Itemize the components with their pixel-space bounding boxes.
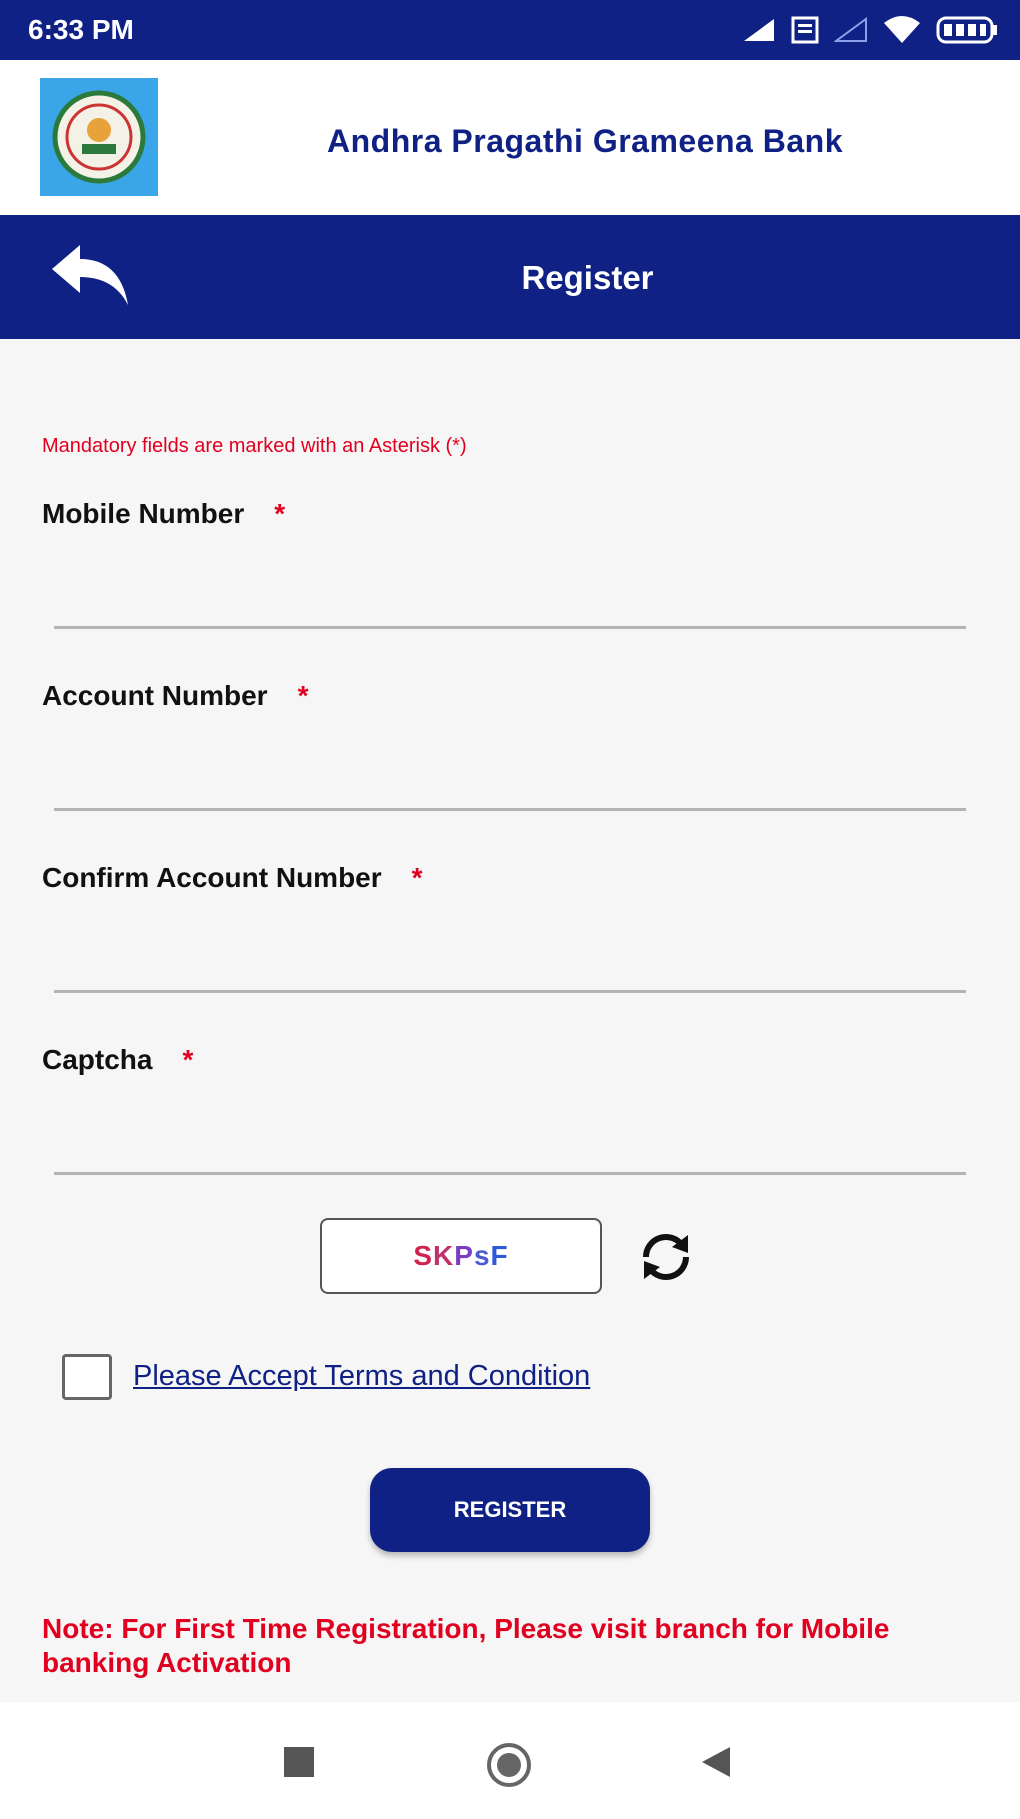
signal-icon: [744, 19, 774, 41]
required-asterisk: *: [274, 498, 286, 529]
required-asterisk: *: [182, 1044, 194, 1075]
refresh-captcha-button[interactable]: [636, 1227, 696, 1287]
app-header: Andhra Pragathi Grameena Bank: [0, 60, 1020, 215]
account-number-label: Account Number *: [42, 680, 309, 711]
system-nav-bar: [0, 1702, 1020, 1819]
home-button[interactable]: [486, 1742, 532, 1788]
sim-icon: [791, 16, 819, 44]
captcha-char: F: [490, 1240, 509, 1271]
captcha-input[interactable]: [54, 1112, 966, 1175]
triangle-back-icon: [702, 1747, 730, 1777]
page-title: Register: [521, 259, 654, 296]
recents-button[interactable]: [284, 1747, 314, 1777]
required-asterisk: *: [411, 862, 423, 893]
confirm-account-number-label: Confirm Account Number *: [42, 862, 423, 893]
account-number-input[interactable]: [54, 748, 966, 811]
signal-weak-icon: [834, 17, 867, 42]
required-asterisk: *: [297, 680, 309, 711]
home-circle-icon: [487, 1743, 531, 1787]
terms-checkbox[interactable]: [62, 1354, 112, 1400]
battery-icon: [936, 16, 997, 44]
terms-link[interactable]: Please Accept Terms and Condition: [133, 1360, 590, 1393]
bank-name: Andhra Pragathi Grameena Bank: [327, 123, 843, 159]
captcha-char: K: [433, 1240, 455, 1271]
registration-note: Note: For First Time Registration, Pleas…: [42, 1613, 890, 1678]
register-button[interactable]: REGISTER: [370, 1468, 650, 1552]
system-back-button[interactable]: [700, 1745, 732, 1779]
mobile-number-input[interactable]: [54, 566, 966, 629]
captcha-label: Captcha *: [42, 1044, 194, 1075]
captcha-char: S: [413, 1240, 434, 1271]
mandatory-note: Mandatory fields are marked with an Aste…: [42, 435, 467, 457]
confirm-account-number-input[interactable]: [54, 930, 966, 993]
status-time: 6:33 PM: [28, 14, 134, 45]
refresh-icon: [643, 1234, 689, 1280]
captcha-image: S K P s F: [320, 1218, 602, 1294]
wifi-icon: [884, 16, 920, 43]
mobile-number-label: Mobile Number *: [42, 498, 286, 529]
status-bar: 6:33 PM: [0, 0, 1020, 60]
title-bar: Register: [0, 215, 1020, 339]
bank-logo: [40, 78, 158, 196]
captcha-char: P: [454, 1240, 474, 1271]
captcha-char: s: [473, 1240, 491, 1271]
status-icons: [742, 12, 998, 48]
